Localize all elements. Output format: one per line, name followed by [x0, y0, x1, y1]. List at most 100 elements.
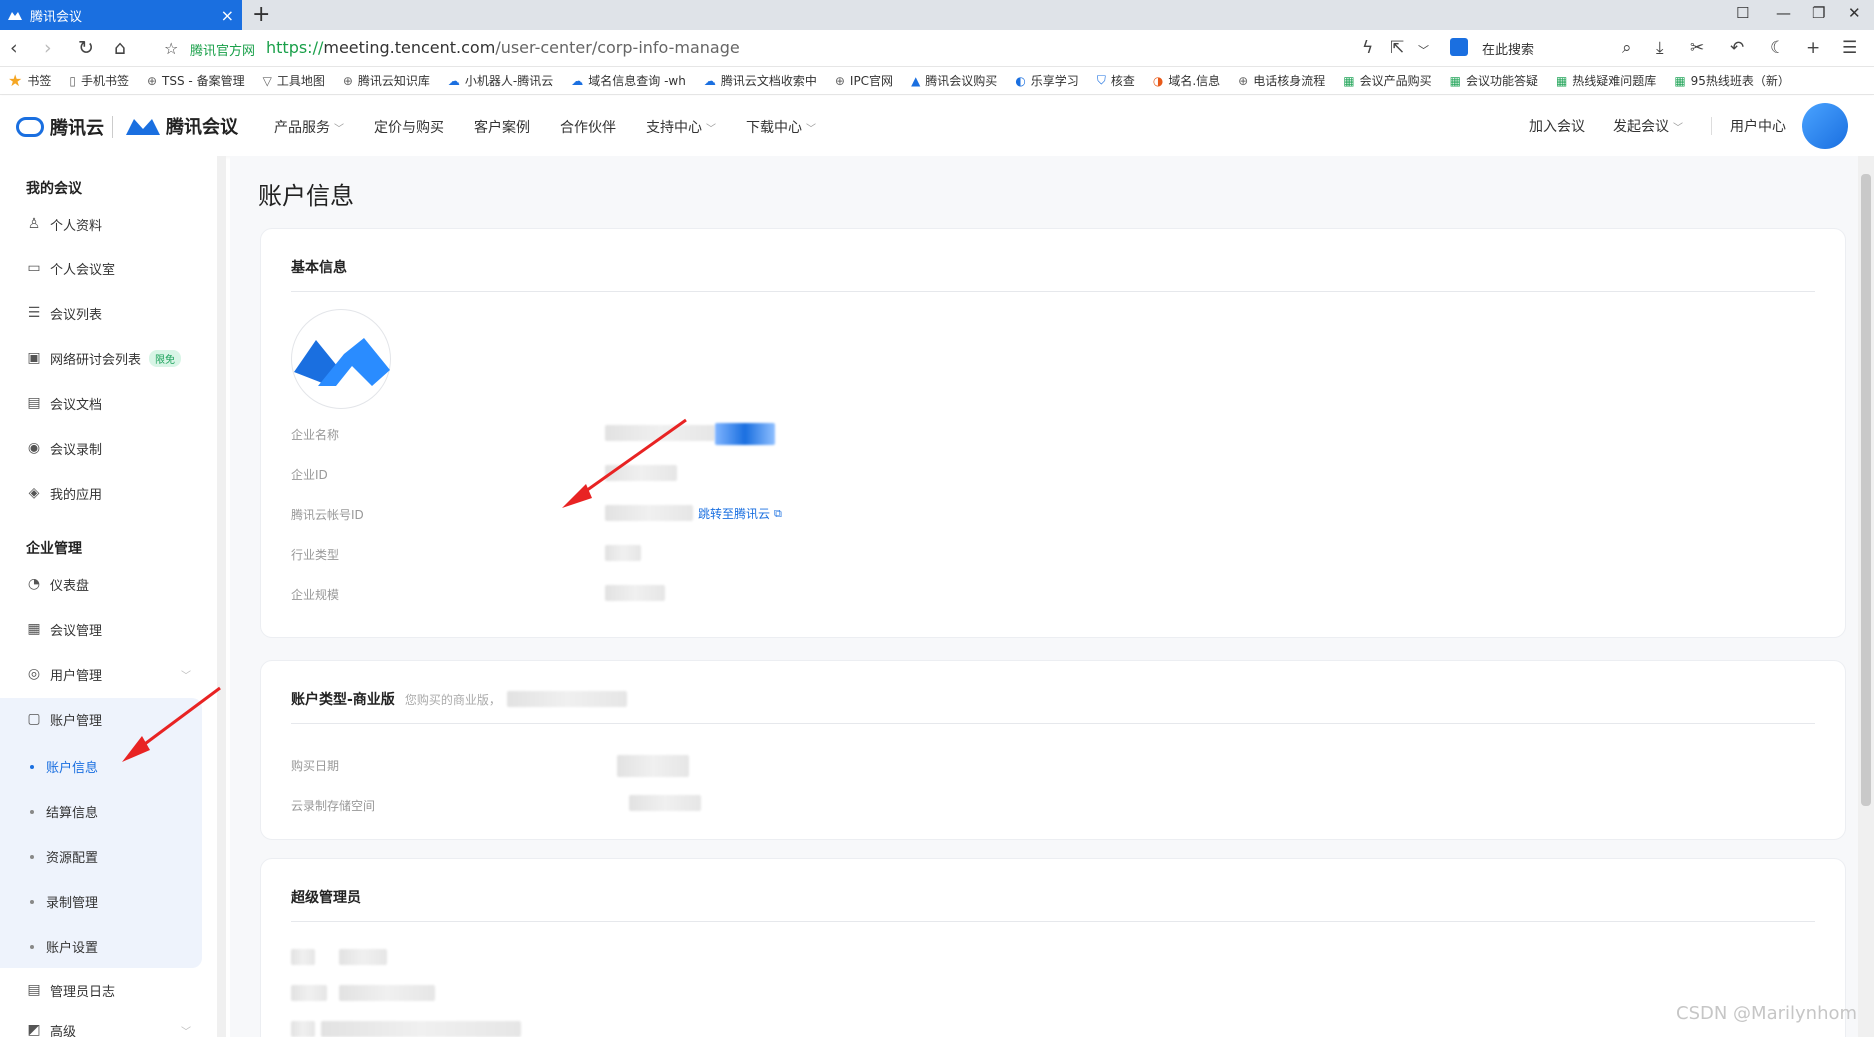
night-mode-icon[interactable]: ☾	[1770, 38, 1785, 58]
sidebar-item-admin-log[interactable]: ▤ 管理员日志	[0, 970, 217, 1010]
bookmark-item[interactable]: ★ 书签	[8, 71, 51, 90]
bookmark-item[interactable]: ▯ 手机书签	[69, 72, 129, 89]
sidebar-group-corp: 企业管理	[26, 541, 82, 557]
jump-to-tencent-cloud-link[interactable]: 跳转至腾讯云 ⧉	[698, 505, 782, 522]
search-icon[interactable]: ⌕	[1622, 38, 1632, 58]
sidebar: 我的会议 ♙ 个人资料 ▭ 个人会议室 ☰ 会议列表 ▣ 网络研讨会列表 限免 ▤ 会议文档…	[0, 156, 226, 1037]
sidebar-subitem-resources[interactable]: 资源配置	[30, 847, 98, 866]
nav-download[interactable]: 下载中心 ﹀	[746, 117, 816, 137]
start-meeting-link[interactable]: 发起会议 ﹀	[1613, 116, 1683, 136]
join-meeting-link[interactable]: 加入会议	[1529, 116, 1585, 136]
url-scheme: https://	[266, 38, 324, 57]
download-icon[interactable]: ⤓	[1656, 38, 1664, 58]
sidebar-item-profile[interactable]: ♙ 个人资料	[0, 204, 217, 244]
sidebar-subitem-billing[interactable]: 结算信息	[30, 802, 98, 821]
bookmark-item[interactable]: ☁ 小机器人-腾讯云	[448, 72, 553, 89]
add-icon[interactable]: +	[1806, 38, 1820, 58]
star-icon[interactable]: ☆	[164, 39, 178, 58]
sidebar-subitem-account-info[interactable]: 账户信息	[30, 757, 98, 776]
new-tab-button[interactable]: +	[252, 2, 270, 27]
basic-info-card: 基本信息 企业名称 企业ID 腾讯云帐号ID 跳转至腾讯云 ⧉ 行业类型 企业规模	[260, 228, 1846, 638]
bookmark-item[interactable]: ▦ 95热线班表（新）	[1674, 72, 1790, 89]
redacted-value	[605, 585, 665, 601]
sidebar-item-documents[interactable]: ▤ 会议文档	[0, 383, 217, 423]
sidebar-item-advanced[interactable]: ◩ 高级 ﹀	[0, 1010, 217, 1037]
close-icon[interactable]: ×	[221, 6, 234, 25]
main-scrollbar[interactable]	[1858, 156, 1874, 1037]
official-site-label: 腾讯官方网	[190, 44, 256, 59]
browser-tab[interactable]: 腾讯会议 ×	[0, 0, 242, 30]
watermark: CSDN @Marilynhom	[1676, 1003, 1858, 1024]
sidebar-scrollbar[interactable]	[217, 156, 226, 1037]
field-label-corp-id: 企业ID	[291, 468, 328, 482]
share-icon[interactable]: ⇱	[1390, 38, 1404, 58]
bookmark-item[interactable]: ⛉ 核查	[1097, 72, 1135, 89]
nav-cases[interactable]: 客户案例	[474, 117, 530, 137]
tencent-meeting-icon: ▲	[911, 73, 921, 88]
bookmark-item[interactable]: ⊕ IPC官网	[835, 72, 893, 89]
avatar[interactable]	[1802, 103, 1848, 149]
sidebar-item-my-apps[interactable]: ◈ 我的应用	[0, 473, 217, 513]
map-icon: ▽	[262, 73, 272, 88]
scrollbar-thumb[interactable]	[1861, 174, 1871, 806]
user-center-link[interactable]: 用户中心	[1730, 116, 1786, 136]
scissors-icon[interactable]: ✂	[1690, 38, 1704, 58]
bookmark-item[interactable]: ☁ 域名信息查询 -wh	[571, 72, 686, 89]
tencent-cloud-logo[interactable]: 腾讯云	[16, 114, 104, 140]
bookmark-item[interactable]: ⊕ TSS - 备案管理	[147, 72, 245, 89]
sidebar-item-account-manage[interactable]: ▢ 账户管理	[0, 699, 217, 739]
url-field[interactable]: https://meeting.tencent.com/user-center/…	[266, 38, 740, 57]
close-window-icon[interactable]: ✕	[1848, 4, 1861, 22]
bookmark-item[interactable]: ▦ 热线疑难问题库	[1556, 72, 1656, 89]
bookmark-item[interactable]: ▽ 工具地图	[263, 72, 325, 89]
search-box[interactable]: 在此搜索	[1450, 36, 1640, 60]
corp-logo	[291, 309, 391, 409]
bookmark-item[interactable]: ⊕ 腾讯云知识库	[343, 72, 430, 89]
redacted-value	[339, 985, 435, 1001]
grid-icon: ▦	[27, 621, 41, 637]
sidebar-subitem-recording-manage[interactable]: 录制管理	[30, 892, 98, 911]
chevron-down-icon[interactable]: ﹀	[1418, 42, 1429, 58]
bookmark-item[interactable]: ▦ 会议产品购买	[1343, 72, 1431, 89]
super-admin-card: 超级管理员	[260, 858, 1846, 1037]
back-icon[interactable]: ‹	[10, 37, 18, 59]
dashboard-icon: ◔	[27, 576, 41, 592]
sidebar-subitem-account-settings[interactable]: 账户设置	[30, 937, 98, 956]
forward-icon[interactable]: ›	[44, 37, 52, 59]
undo-icon[interactable]: ↶	[1730, 38, 1744, 58]
pin-icon[interactable]: ☐	[1736, 4, 1749, 22]
bookmark-item[interactable]: ▦ 会议功能答疑	[1450, 72, 1538, 89]
sidebar-group-my-meetings: 我的会议	[26, 181, 82, 197]
header-actions: 加入会议 发起会议 ﹀ 用户中心	[1529, 96, 1874, 156]
sidebar-item-meeting-manage[interactable]: ▦ 会议管理	[0, 609, 217, 649]
shield-icon: ⛉	[1096, 73, 1106, 87]
sidebar-item-user-manage[interactable]: ◎ 用户管理 ﹀	[0, 654, 217, 694]
sidebar-item-webinar-list[interactable]: ▣ 网络研讨会列表 限免	[0, 338, 217, 378]
bookmark-item[interactable]: ◐ 乐享学习	[1015, 72, 1079, 89]
nav-partners[interactable]: 合作伙伴	[560, 117, 616, 137]
bookmark-item[interactable]: ◑ 域名.信息	[1153, 72, 1220, 89]
sidebar-item-recordings[interactable]: ◉ 会议录制	[0, 428, 217, 468]
sidebar-item-dashboard[interactable]: ◔ 仪表盘	[0, 564, 217, 604]
nav-products[interactable]: 产品服务 ﹀	[274, 117, 344, 137]
lightning-icon[interactable]: ϟ	[1362, 38, 1373, 58]
sidebar-item-meeting-list[interactable]: ☰ 会议列表	[0, 293, 217, 333]
nav-support[interactable]: 支持中心 ﹀	[646, 117, 716, 137]
sheet-icon: ▦	[1343, 73, 1355, 88]
search-engine-icon[interactable]	[1450, 38, 1468, 56]
basic-info-title: 基本信息	[291, 260, 347, 276]
bookmark-item[interactable]: ⊕ 电话核身流程	[1238, 72, 1325, 89]
reload-icon[interactable]: ↻	[78, 37, 94, 59]
restore-icon[interactable]: ❐	[1812, 4, 1825, 22]
sidebar-item-personal-room[interactable]: ▭ 个人会议室	[0, 248, 217, 288]
search-input[interactable]: 在此搜索	[1482, 39, 1534, 58]
minimize-icon[interactable]: —	[1776, 4, 1791, 22]
nav-pricing[interactable]: 定价与购买	[374, 117, 444, 137]
chevron-down-icon: ﹀	[806, 124, 816, 135]
home-icon[interactable]: ⌂	[114, 37, 126, 59]
tencent-meeting-logo[interactable]: 腾讯会议	[126, 113, 238, 139]
bookmark-item[interactable]: ▲ 腾讯会议购买	[911, 72, 997, 89]
bookmark-item[interactable]: ☁ 腾讯云文档收索中	[704, 72, 817, 89]
redacted-value	[605, 465, 677, 481]
menu-icon[interactable]: ☰	[1842, 38, 1857, 58]
